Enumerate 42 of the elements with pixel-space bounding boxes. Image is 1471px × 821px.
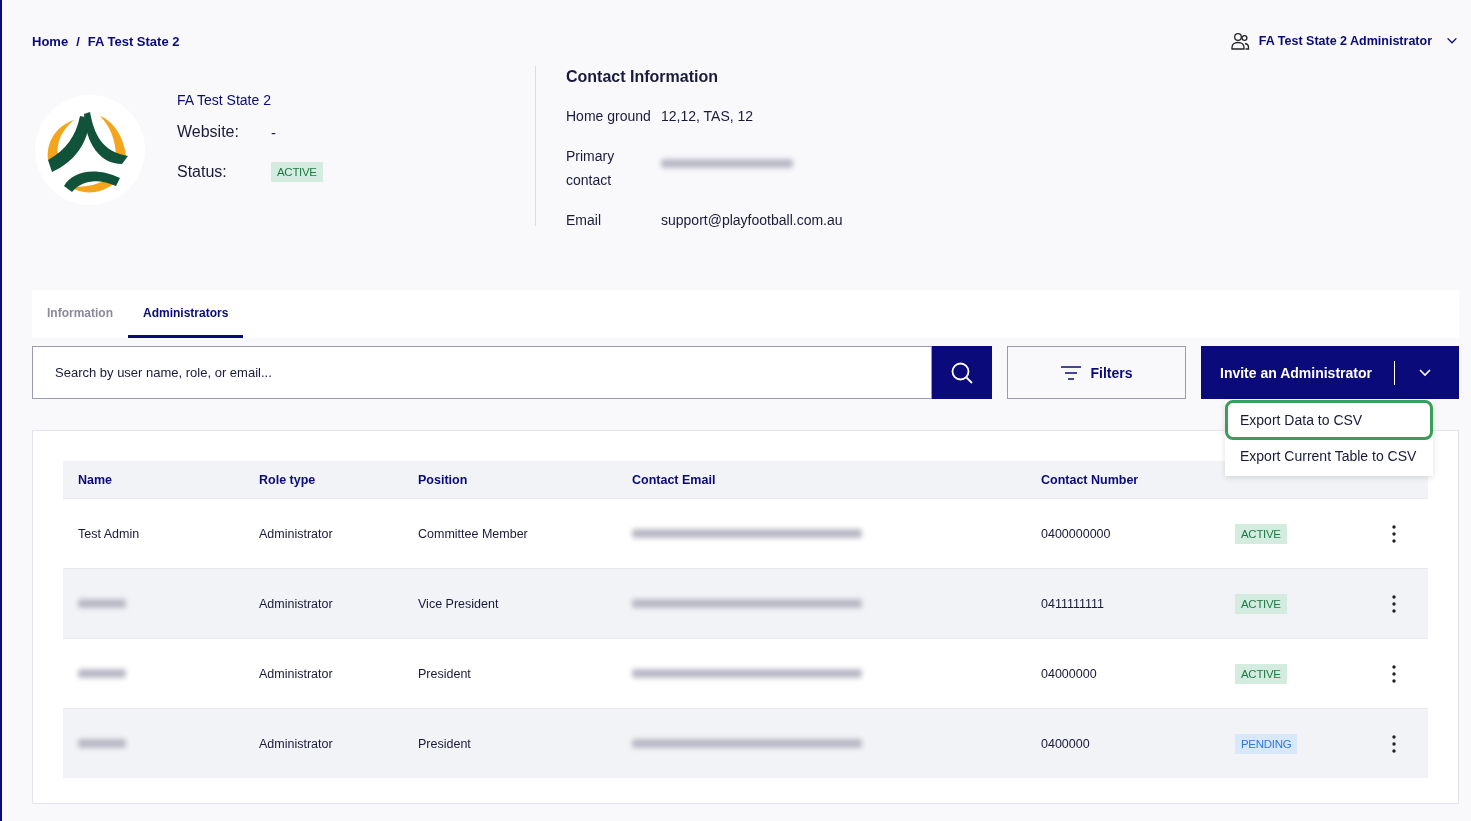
table-cell-text: Administrator xyxy=(259,526,334,541)
field-value: 12,12, TAS, 12 xyxy=(661,107,754,126)
breadcrumb-link[interactable]: Home xyxy=(32,33,69,49)
table-cell-text: 0411111111 xyxy=(1041,596,1106,611)
table-cell-text: President xyxy=(418,666,472,681)
field-value: support@playfootball.com.au xyxy=(661,211,843,230)
menu-item[interactable]: Export Data to CSV xyxy=(1225,400,1433,440)
field-label: Home ground xyxy=(566,107,652,126)
table-cell-text: 0400000000 xyxy=(1041,526,1112,541)
table-cell-text: 04000000 xyxy=(1041,666,1098,681)
column-header: Role type xyxy=(259,472,317,487)
column-header: Name xyxy=(78,472,114,487)
field-label: Primary contact xyxy=(566,147,616,190)
breadcrumb-link[interactable]: FA Test State 2 xyxy=(87,33,180,49)
menu-item[interactable]: Export Current Table to CSV xyxy=(1225,440,1433,472)
column-header: Contact Number xyxy=(1041,472,1140,487)
table-cell-text: Committee Member xyxy=(418,526,529,541)
table-cell-text: Administrator xyxy=(259,666,334,681)
table-cell-text: Test Admin xyxy=(78,526,141,541)
table-cell-text: Administrator xyxy=(259,596,334,611)
organisation-name: FA Test State 2 xyxy=(177,92,272,110)
breadcrumb-separator: / xyxy=(76,33,80,49)
field-label: Email xyxy=(566,211,602,230)
status-badge: ACTIVE xyxy=(1235,663,1287,684)
section-title: Contact Information xyxy=(566,67,719,86)
column-header: Contact Email xyxy=(632,472,717,487)
table-cell-text: Administrator xyxy=(259,736,334,751)
search-field[interactable]: Search by user name, role, or email... xyxy=(32,346,932,399)
status-badge: ACTIVE xyxy=(1235,593,1287,614)
user-menu[interactable]: FA Test State 2 Administrator xyxy=(1229,31,1459,51)
table-cell-text: President xyxy=(418,736,472,751)
table-cell-text: 0400000 xyxy=(1041,736,1091,751)
status-badge: ACTIVE xyxy=(271,162,323,182)
column-header: Position xyxy=(418,472,469,487)
tab[interactable]: Administrators xyxy=(128,290,244,338)
filters-button[interactable]: Filters xyxy=(1007,346,1186,399)
field-label: Website: xyxy=(177,123,240,141)
field-value: - xyxy=(271,123,276,141)
field-label: Status: xyxy=(177,163,228,181)
table-cell-text: Vice President xyxy=(418,596,500,611)
status-badge: PENDING xyxy=(1235,733,1298,754)
status-badge: ACTIVE xyxy=(1235,523,1287,544)
